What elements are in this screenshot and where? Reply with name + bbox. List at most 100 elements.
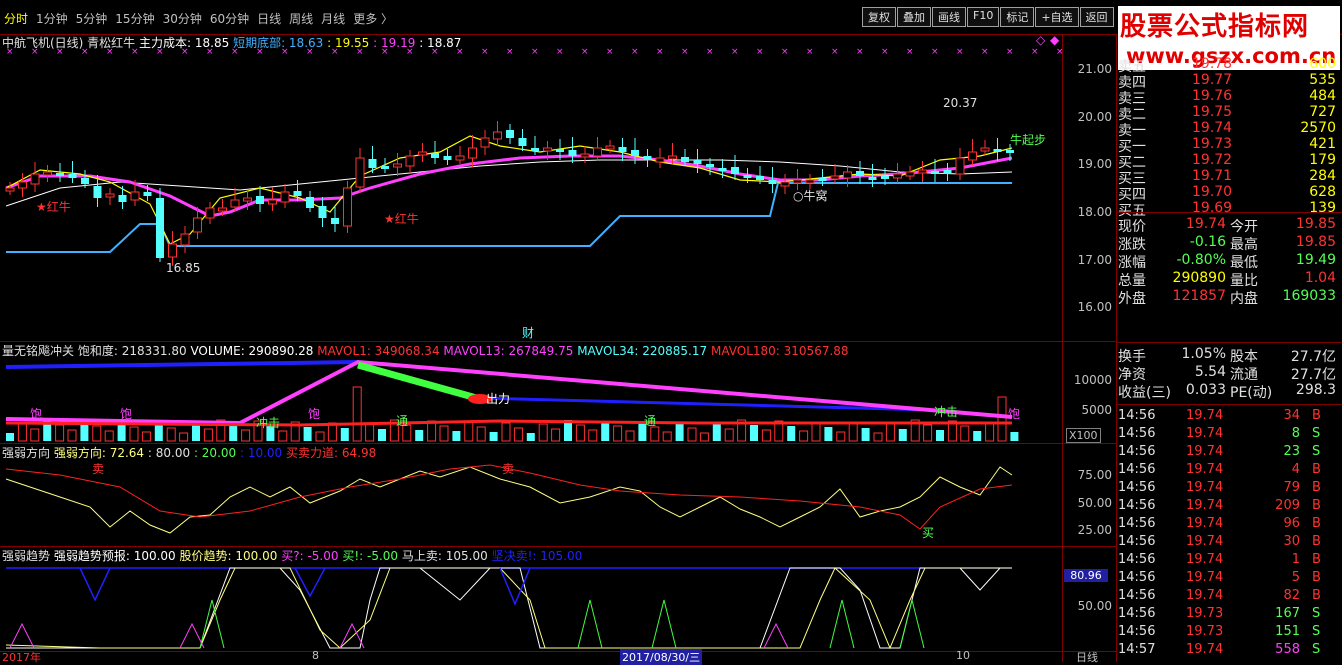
high-annotation: 20.37 [943,96,977,110]
tick-time: 14:56 [1118,624,1156,639]
x-mark: × [281,48,289,57]
trend-green-line [899,599,925,649]
x-mark: × [806,48,814,57]
tick-time: 14:56 [1118,444,1156,459]
tab-daily[interactable]: 日线 [253,10,285,27]
mark-button[interactable]: 标记 [1000,7,1035,27]
tab-monthly[interactable]: 月线 [317,10,349,27]
divider [1116,404,1342,405]
diamond-icon[interactable]: ◇ [1036,33,1045,47]
candle-body [968,151,977,161]
tick-row[interactable]: 14:56 19.74 34 B [1118,408,1340,426]
tick-row[interactable]: 14:56 19.74 1 B [1118,552,1340,570]
tick-volume: 96 [1283,516,1300,531]
tab-60min[interactable]: 60分钟 [206,10,253,27]
candle-body [868,177,877,180]
tick-row[interactable]: 14:56 19.74 209 B [1118,498,1340,516]
candle-body [980,147,990,152]
candle-body [931,171,939,174]
fund-value: 27.7亿 [1290,367,1336,383]
cursor-date: 2017/08/30/三 [620,649,703,665]
volume-bar [526,433,535,441]
tick-side: S [1312,642,1321,657]
volume-bar [241,429,251,442]
tab-more[interactable]: 更多 〉 [349,10,397,27]
stat-value: 1.04 [1304,270,1336,286]
back-button[interactable]: 返回 [1079,7,1114,27]
tab-weekly[interactable]: 周线 [285,10,317,27]
price-tick: 19.00 [1077,157,1112,171]
volume-blue-line [5,360,359,369]
order-price: 19.73 [1192,136,1233,152]
order-price: 19.76 [1192,88,1233,104]
tick-row[interactable]: 14:56 19.74 5 B [1118,570,1340,588]
tick-row[interactable]: 14:56 19.74 79 B [1118,480,1340,498]
chongji-label: 冲击 [934,404,958,419]
fuquan-button[interactable]: 复权 [862,7,896,27]
x-mark: × [206,48,214,57]
volume-bar [489,432,498,441]
volume-bar [861,428,870,441]
candlestick-chart[interactable]: × × × × × × × × × × × × × × × × × × × × × × × × × × × × × × × × × × × × × × × ×… [0,48,1062,340]
candle-body [43,171,52,176]
x-mark: × [356,48,364,57]
volume-bar [30,428,40,442]
volume-bar [154,423,163,441]
tong-label: 通 [396,414,408,428]
trend-chart[interactable] [0,560,1062,651]
tick-row[interactable]: 14:56 19.74 30 B [1118,534,1340,552]
tick-side: B [1312,588,1321,603]
finance-marker[interactable]: 财 [522,326,534,340]
fund-label: 流通 [1230,367,1258,383]
tick-row[interactable]: 14:56 19.74 23 S [1118,444,1340,462]
x-mark: × [106,48,114,57]
fund-label: 收益(三) [1118,385,1171,401]
tick-row[interactable]: 14:56 19.74 4 B [1118,462,1340,480]
candle-body [306,197,314,208]
tick-row[interactable]: 14:56 19.73 167 S [1118,606,1340,624]
tick-row[interactable]: 14:56 19.74 82 B [1118,588,1340,606]
period-label[interactable]: 日线 [1076,649,1098,665]
candle-body [631,150,639,156]
price-tick: 18.00 [1077,205,1112,219]
tab-1min[interactable]: 1分钟 [32,10,72,27]
strength-chart[interactable]: 卖 卖 买 [0,457,1062,545]
stats-row: 现价 19.74 今开 19.85 [1118,216,1340,235]
volume-chart[interactable]: 出力 冲击 冲击 饱 饱 饱 饱 通 通 [0,355,1062,443]
tick-price: 19.74 [1186,552,1224,567]
stat-value: 19.85 [1295,216,1336,232]
candle-body [318,206,327,218]
tick-row[interactable]: 14:56 19.74 8 S [1118,426,1340,444]
tick-row[interactable]: 14:56 19.73 151 S [1118,624,1340,642]
add-watchlist-button[interactable]: +自选 [1035,7,1079,27]
tick-price: 19.74 [1186,480,1224,495]
tick-row[interactable]: 14:57 19.74 558 S [1118,642,1340,660]
x-mark: × [656,48,664,57]
candle-body [130,191,140,201]
overlay-button[interactable]: 叠加 [897,7,931,27]
chongji-label: 冲击 [256,415,280,430]
tab-5min[interactable]: 5分钟 [72,10,112,27]
trend-magenta-line [9,622,35,649]
tick-price: 19.74 [1186,534,1224,549]
tick-row[interactable]: 14:56 19.74 96 B [1118,516,1340,534]
stat-label: 涨跌 [1118,237,1146,253]
draw-line-button[interactable]: 画线 [932,7,966,27]
tab-fenshi[interactable]: 分时 [0,10,32,27]
candle-body [243,197,252,202]
f10-button[interactable]: F10 [967,7,1000,27]
tab-15min[interactable]: 15分钟 [111,10,158,27]
month-label: 10 [956,649,970,662]
candle-body [668,155,677,160]
diamond-icon[interactable]: ◆ [1050,33,1059,47]
trend-green-line [577,599,603,649]
candle-body [143,192,152,196]
candles [5,121,1014,266]
tab-30min[interactable]: 30分钟 [159,10,206,27]
volume-bar [129,426,139,442]
tick-price: 19.74 [1186,444,1224,459]
x-mark: × [881,48,889,57]
candle-body [793,179,802,184]
bao-label: 饱 [308,406,320,421]
candle-body [706,164,714,167]
